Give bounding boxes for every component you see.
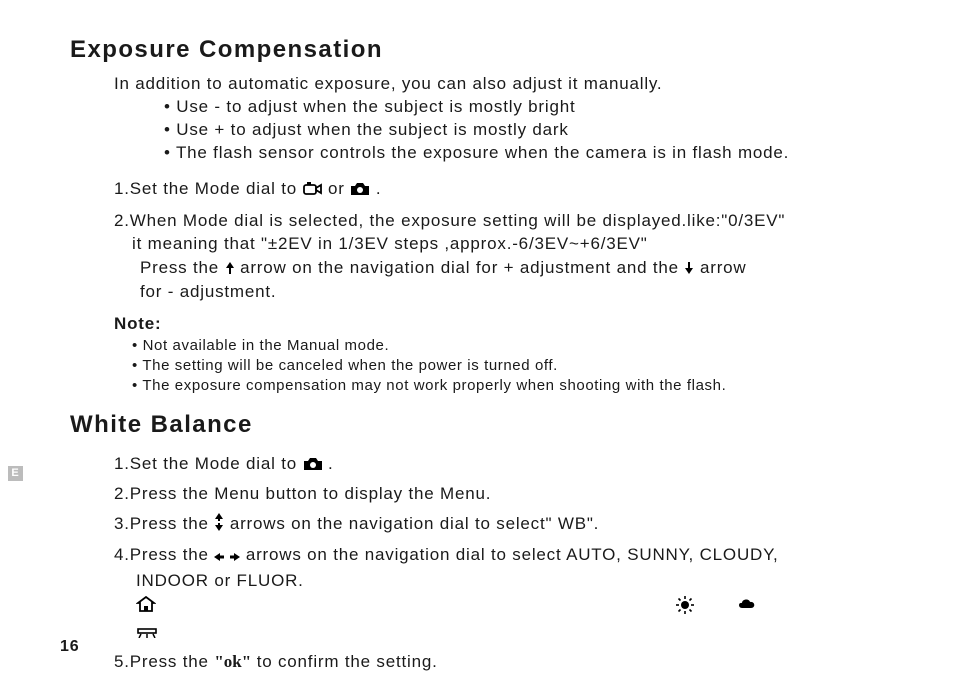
exposure-intro: In addition to automatic exposure, you c… bbox=[114, 74, 906, 94]
up-arrow-icon bbox=[225, 261, 235, 275]
sunny-icon bbox=[676, 596, 694, 614]
wb-step-1: 1.Set the Mode dial to . bbox=[114, 451, 906, 477]
fluor-icon-row bbox=[136, 618, 906, 644]
wb-step-5: 5.Press the "ok" to confirm the setting. bbox=[114, 649, 906, 675]
step-text: it meaning that "±2EV in 1/3EV steps ,ap… bbox=[132, 232, 906, 256]
indoor-icon bbox=[136, 596, 156, 614]
bullet-item: Use + to adjust when the subject is most… bbox=[164, 119, 906, 142]
step-text: . bbox=[376, 179, 382, 198]
wb-right-icons bbox=[676, 596, 758, 614]
camera-mode-icon bbox=[303, 457, 323, 471]
step-text: 4.Press the bbox=[114, 545, 214, 564]
heading-white-balance: White Balance bbox=[70, 411, 906, 439]
fluor-icon bbox=[136, 626, 158, 638]
manual-page: E Exposure Compensation In addition to a… bbox=[0, 0, 954, 676]
down-arrow-icon bbox=[684, 261, 694, 275]
side-tab: E bbox=[8, 466, 23, 481]
step-text: . bbox=[328, 454, 334, 473]
step-text: 1.Set the Mode dial to bbox=[114, 454, 303, 473]
step-text: or bbox=[328, 179, 350, 198]
step-text: 1.Set the Mode dial to bbox=[114, 179, 303, 198]
wb-step-4: 4.Press the arrows on the navigation dia… bbox=[114, 542, 906, 645]
step-2: 2.When Mode dial is selected, the exposu… bbox=[114, 209, 906, 304]
bullet-item: Use - to adjust when the subject is most… bbox=[164, 96, 906, 119]
ok-icon: "ok" bbox=[214, 652, 251, 671]
step-text: arrows on the navigation dial to select"… bbox=[230, 514, 599, 533]
step-text: to confirm the setting. bbox=[257, 652, 438, 671]
bullet-item: The flash sensor controls the exposure w… bbox=[164, 142, 906, 165]
heading-exposure-compensation: Exposure Compensation bbox=[70, 36, 906, 64]
left-right-arrows-icon bbox=[214, 552, 240, 562]
step-text: 2.When Mode dial is selected, the exposu… bbox=[114, 209, 906, 233]
step-text-part: arrow on the navigation dial for + adjus… bbox=[240, 258, 684, 277]
page-number: 16 bbox=[60, 638, 79, 656]
step-text-part: Press the bbox=[140, 258, 225, 277]
step-text: 5.Press the bbox=[114, 652, 214, 671]
step-text-cont: INDOOR or FLUOR. bbox=[136, 568, 906, 594]
note-item: The exposure compensation may not work p… bbox=[132, 376, 906, 396]
step-text: for - adjustment. bbox=[140, 280, 906, 304]
step-text: Press the arrow on the navigation dial f… bbox=[140, 256, 906, 280]
step-text: 3.Press the bbox=[114, 514, 214, 533]
cloudy-icon bbox=[736, 596, 758, 614]
wb-steps: 1.Set the Mode dial to . 2.Press the Men… bbox=[114, 451, 906, 675]
exposure-bullets: Use - to adjust when the subject is most… bbox=[164, 96, 906, 165]
video-mode-icon bbox=[303, 182, 323, 196]
note-item: Not available in the Manual mode. bbox=[132, 336, 906, 356]
step-text-part: arrow bbox=[700, 258, 747, 277]
camera-mode-icon bbox=[350, 182, 370, 196]
wb-icons-row bbox=[136, 596, 906, 614]
note-list: Not available in the Manual mode. The se… bbox=[132, 336, 906, 397]
step-1: 1.Set the Mode dial to or . bbox=[114, 177, 906, 201]
wb-step-2: 2.Press the Menu button to display the M… bbox=[114, 481, 906, 507]
exposure-steps: 1.Set the Mode dial to or . 2.When Mode … bbox=[114, 177, 906, 304]
wb-step-3: 3.Press the arrows on the navigation dia… bbox=[114, 511, 906, 537]
up-down-arrows-icon bbox=[214, 513, 224, 531]
note-item: The setting will be canceled when the po… bbox=[132, 356, 906, 376]
step-text: arrows on the navigation dial to select … bbox=[246, 545, 779, 564]
note-heading: Note: bbox=[114, 314, 906, 334]
